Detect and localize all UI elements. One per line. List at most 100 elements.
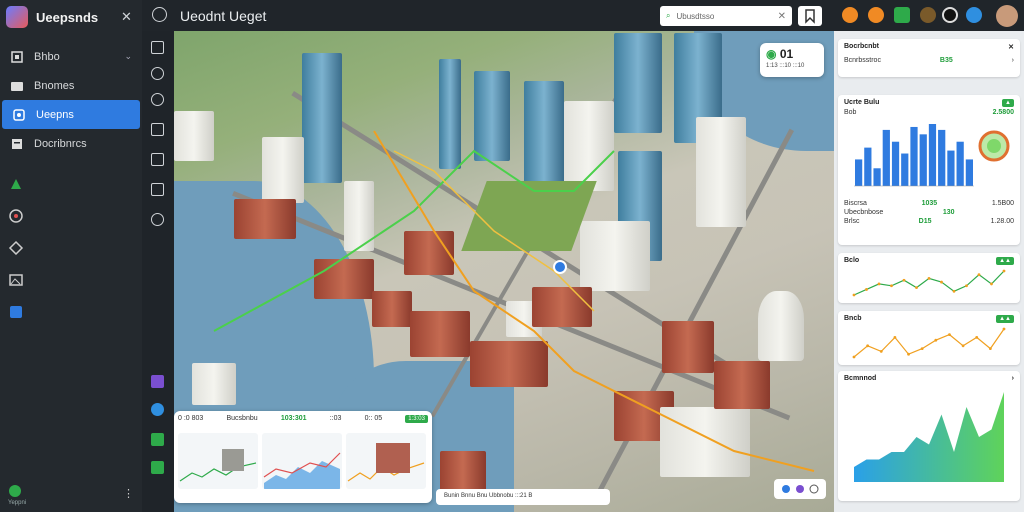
record-icon[interactable] (942, 7, 958, 23)
leaf-icon[interactable] (8, 176, 24, 192)
bar (882, 129, 890, 186)
search-icon: ⌕ (666, 11, 671, 20)
page-title: Ueodnt Ueget (180, 8, 267, 24)
bar (919, 134, 927, 186)
brand[interactable]: Ueepsnds (6, 6, 98, 28)
bar-chart-card[interactable]: Ucrte Bulu ▲ Bob 2.5800 Biscrsa 1035 1.5B00 … (838, 95, 1020, 245)
bar (855, 159, 863, 186)
summary-value: 0 :0 803 (178, 415, 204, 422)
mini-chart (178, 433, 258, 489)
card-label: Bob (844, 109, 857, 116)
card-value: B35 (939, 57, 953, 64)
sidebar: Ueepsnds ✕ Bhbo ⌄ Bnomes Ueepns Docribnr… (0, 0, 142, 512)
map-controls[interactable] (774, 479, 826, 499)
clear-icon[interactable]: ✕ (778, 11, 786, 22)
more-icon[interactable]: ⋮ (123, 487, 134, 500)
bar (864, 147, 872, 186)
grid-tool-icon[interactable] (151, 123, 164, 136)
close-icon[interactable]: ✕ (121, 9, 132, 25)
chevron-right-icon[interactable]: › (1012, 375, 1014, 382)
summary-card[interactable]: Bocrbcnbt ✕ Bcnrbsstroc B35 › (838, 39, 1020, 77)
square-tool-icon[interactable] (151, 183, 164, 196)
settings-icon[interactable] (920, 7, 936, 23)
info-icon[interactable] (966, 7, 982, 23)
weather-icon[interactable] (151, 403, 164, 416)
layers-icon (10, 50, 24, 64)
route-line (393, 150, 595, 312)
bar (965, 159, 973, 186)
summary-title: Bucsbnbu (226, 415, 258, 422)
bar (891, 141, 900, 186)
row-mid: D15 (918, 218, 932, 225)
summary-value: ::03 (329, 415, 342, 422)
data-point (948, 333, 951, 336)
data-point (927, 276, 931, 280)
close-icon[interactable]: ✕ (1008, 43, 1014, 51)
row-value: 1.5B00 (991, 200, 1014, 207)
gauge-center (987, 139, 1001, 153)
map-summary-widget[interactable]: 0 :0 803 Bucsbnbu 103:301 ::03 0:: 05 1:… (174, 411, 432, 503)
chevron-down-icon[interactable]: ⌄ (124, 51, 132, 62)
brand-name: Ueepsnds (36, 9, 99, 25)
analytics-panel: Bocrbcnbt ✕ Bcnrbsstroc B35 › Ucrte Bulu ▲ B… (834, 31, 1024, 512)
camera-tool-icon[interactable] (151, 93, 164, 106)
sidebar-item-3[interactable]: Ueepns (2, 100, 140, 129)
sidebar-item-4[interactable]: Docribnrcs (0, 129, 142, 158)
globe-tool-icon[interactable] (151, 67, 164, 80)
avatar[interactable] (996, 5, 1018, 27)
data-point (902, 278, 906, 282)
plugin-icon[interactable] (151, 375, 164, 388)
sidebar-item-1[interactable]: Bhbo ⌄ (0, 42, 142, 71)
card-title: Bcmnnod (844, 375, 877, 382)
app-icon[interactable] (8, 304, 24, 320)
bar-chart (854, 124, 1010, 187)
row-value: 1.28.00 (990, 218, 1014, 225)
summary-badge: 1:3:03 (405, 415, 428, 423)
data-point (852, 355, 856, 359)
sidebar-item-label: Ueepns (36, 108, 74, 121)
card-value: 2.5800 (992, 109, 1014, 116)
image-icon[interactable] (8, 272, 24, 288)
alert-icon[interactable] (842, 7, 858, 23)
mini-charts (178, 433, 428, 489)
map-stat-widget[interactable]: ◉ 01 1:13 :::10 :::10 (760, 43, 824, 77)
fire-icon[interactable] (868, 7, 884, 23)
row-label: Ubecbnbose (844, 209, 884, 216)
area-series (854, 392, 1004, 482)
status-badge: ▲ (1002, 99, 1014, 107)
search-input[interactable]: ⌕ Ubusdtsso ✕ (660, 6, 792, 26)
back-icon[interactable] (152, 7, 167, 22)
line-chart (852, 327, 1006, 359)
map-toolbar (142, 31, 174, 512)
list-tool-icon[interactable] (151, 153, 164, 166)
line-chart-card[interactable]: Bncb ▲▲ (838, 311, 1020, 365)
data-point (961, 344, 965, 348)
target-icon[interactable] (8, 208, 24, 224)
bookmark-button[interactable] (798, 6, 822, 26)
line-chart-card[interactable]: Bclo ▲▲ (838, 253, 1020, 303)
layers-tool-icon[interactable] (151, 41, 164, 54)
app-window: Ueepsnds ✕ Bhbo ⌄ Bnomes Ueepns Docribnr… (0, 0, 1024, 512)
area-chart-card[interactable]: Bcmnnod › (838, 371, 1020, 501)
plant-icon[interactable] (151, 433, 164, 446)
document-icon (10, 137, 24, 151)
data-point (1002, 327, 1006, 331)
folder-icon (10, 79, 24, 93)
mini-chart (346, 433, 426, 489)
data-point (977, 273, 981, 277)
status-badge: ▲▲ (996, 315, 1014, 323)
summary-value: 103:301 (280, 415, 307, 422)
location-marker-icon[interactable] (553, 260, 567, 274)
data-point (915, 286, 918, 290)
tree-icon[interactable] (894, 7, 910, 23)
chart-tool-icon[interactable] (151, 461, 164, 474)
search-text: Ubusdtsso (676, 11, 715, 21)
city-map[interactable]: ◉ 01 1:13 :::10 :::10 0 :0 803 Bucsbnbu … (174, 31, 834, 512)
chevron-right-icon[interactable]: › (1012, 57, 1014, 64)
data-point (965, 284, 968, 288)
row-mid: 130 (942, 209, 955, 216)
clock-tool-icon[interactable] (151, 213, 164, 226)
app-logo-icon (6, 6, 28, 28)
sidebar-item-2[interactable]: Bnomes (0, 71, 142, 100)
compass-icon[interactable] (8, 240, 24, 256)
